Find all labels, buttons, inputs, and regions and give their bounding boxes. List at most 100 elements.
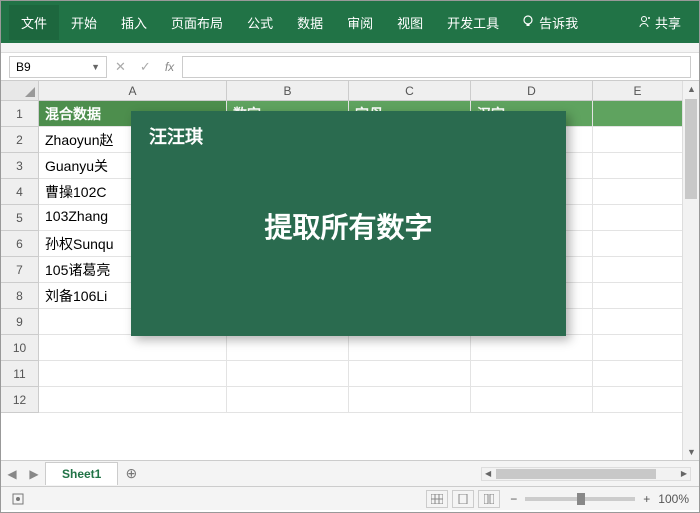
row-header[interactable]: 4 <box>1 179 39 205</box>
col-header-a[interactable]: A <box>39 81 227 100</box>
row-header[interactable]: 12 <box>1 387 39 413</box>
column-headers: A B C D E <box>1 81 699 101</box>
share-button[interactable]: 共享 <box>627 5 691 40</box>
cell[interactable] <box>593 127 683 153</box>
col-header-e[interactable]: E <box>593 81 683 100</box>
cell[interactable] <box>593 361 683 387</box>
sheet-tabs-bar: ◀ ▶ Sheet1 ⊕ ◀ ▶ <box>1 460 699 486</box>
tab-view[interactable]: 视图 <box>385 5 435 40</box>
cell[interactable] <box>593 101 683 127</box>
table-row: 10 <box>1 335 699 361</box>
cell[interactable] <box>39 361 227 387</box>
hscroll-thumb[interactable] <box>496 469 656 479</box>
cell[interactable] <box>593 283 683 309</box>
row-header[interactable]: 7 <box>1 257 39 283</box>
row-header[interactable]: 11 <box>1 361 39 387</box>
sheet-area: A B C D E 1混合数据数字字母汉字2Zhaoyun赵3Guanyu关4曹… <box>1 81 699 460</box>
view-page-break-button[interactable] <box>478 490 500 508</box>
lightbulb-icon <box>521 15 535 29</box>
zoom-value[interactable]: 100% <box>658 492 689 506</box>
formula-bar: B9 ▼ ✕ ✓ fx <box>1 53 699 81</box>
tell-me-label: 告诉我 <box>539 13 578 32</box>
cell[interactable] <box>593 387 683 413</box>
share-label: 共享 <box>655 13 681 32</box>
page-icon <box>458 494 468 504</box>
tab-layout[interactable]: 页面布局 <box>159 5 235 40</box>
table-row: 11 <box>1 361 699 387</box>
cell[interactable] <box>593 153 683 179</box>
overlay-title: 提取所有数字 <box>131 206 566 246</box>
tab-home[interactable]: 开始 <box>59 5 109 40</box>
tab-prev-icon[interactable]: ◀ <box>1 467 23 481</box>
view-page-layout-button[interactable] <box>452 490 474 508</box>
ribbon: 文件 开始 插入 页面布局 公式 数据 审阅 视图 开发工具 告诉我 共享 <box>1 1 699 43</box>
cell[interactable] <box>227 361 349 387</box>
sheet-tab[interactable]: Sheet1 <box>45 462 118 485</box>
scrollbar-horizontal[interactable]: ◀ ▶ <box>481 467 691 481</box>
tab-developer[interactable]: 开发工具 <box>435 5 511 40</box>
scrollbar-vertical[interactable]: ▲ ▼ <box>682 81 699 460</box>
zoom-out-button[interactable]: − <box>510 492 517 506</box>
cell[interactable] <box>593 309 683 335</box>
scroll-down-icon[interactable]: ▼ <box>687 447 696 457</box>
row-header[interactable]: 2 <box>1 127 39 153</box>
tab-next-icon[interactable]: ▶ <box>23 467 45 481</box>
dropdown-icon: ▼ <box>91 62 100 72</box>
row-header[interactable]: 3 <box>1 153 39 179</box>
formula-input[interactable] <box>182 56 691 78</box>
row-header[interactable]: 6 <box>1 231 39 257</box>
table-row: 12 <box>1 387 699 413</box>
share-icon <box>637 15 651 29</box>
scrollbar-thumb[interactable] <box>685 99 697 199</box>
row-header[interactable]: 5 <box>1 205 39 231</box>
scroll-right-icon[interactable]: ▶ <box>681 469 687 478</box>
cell[interactable] <box>593 231 683 257</box>
col-header-d[interactable]: D <box>471 81 593 100</box>
tab-formulas[interactable]: 公式 <box>235 5 285 40</box>
cell[interactable] <box>39 387 227 413</box>
col-header-b[interactable]: B <box>227 81 349 100</box>
cell[interactable] <box>593 335 683 361</box>
view-normal-button[interactable] <box>426 490 448 508</box>
fx-icon[interactable]: fx <box>165 60 174 74</box>
zoom-in-button[interactable]: + <box>643 492 650 506</box>
grid-icon <box>431 494 443 504</box>
row-header[interactable]: 8 <box>1 283 39 309</box>
tab-data[interactable]: 数据 <box>285 5 335 40</box>
record-macro-icon[interactable] <box>11 492 25 506</box>
cell[interactable] <box>471 387 593 413</box>
add-sheet-button[interactable]: ⊕ <box>118 465 144 482</box>
accept-icon[interactable]: ✓ <box>140 59 151 75</box>
col-header-c[interactable]: C <box>349 81 471 100</box>
tell-me[interactable]: 告诉我 <box>511 5 588 40</box>
tab-review[interactable]: 审阅 <box>335 5 385 40</box>
scroll-up-icon[interactable]: ▲ <box>687 84 696 94</box>
cell[interactable] <box>471 361 593 387</box>
overlay-card: 汪汪琪 提取所有数字 <box>131 111 566 336</box>
cell[interactable] <box>227 387 349 413</box>
tab-file[interactable]: 文件 <box>9 5 59 40</box>
cell[interactable] <box>227 335 349 361</box>
zoom-slider[interactable] <box>525 497 635 501</box>
cell[interactable] <box>349 335 471 361</box>
cell[interactable] <box>39 335 227 361</box>
row-header[interactable]: 1 <box>1 101 39 127</box>
cancel-icon[interactable]: ✕ <box>115 59 126 75</box>
zoom-knob[interactable] <box>577 493 585 505</box>
tab-insert[interactable]: 插入 <box>109 5 159 40</box>
cell[interactable] <box>593 179 683 205</box>
row-header[interactable]: 9 <box>1 309 39 335</box>
select-all-corner[interactable] <box>1 81 39 100</box>
cell[interactable] <box>593 257 683 283</box>
cell[interactable] <box>349 387 471 413</box>
name-box[interactable]: B9 ▼ <box>9 56 107 78</box>
scroll-left-icon[interactable]: ◀ <box>485 469 491 478</box>
cell[interactable] <box>349 361 471 387</box>
overlay-author: 汪汪琪 <box>149 123 203 149</box>
cell[interactable] <box>593 205 683 231</box>
row-header[interactable]: 10 <box>1 335 39 361</box>
zoom-control: − + 100% <box>510 492 689 506</box>
name-box-value: B9 <box>16 60 31 74</box>
cell[interactable] <box>471 335 593 361</box>
pagebreak-icon <box>484 494 494 504</box>
